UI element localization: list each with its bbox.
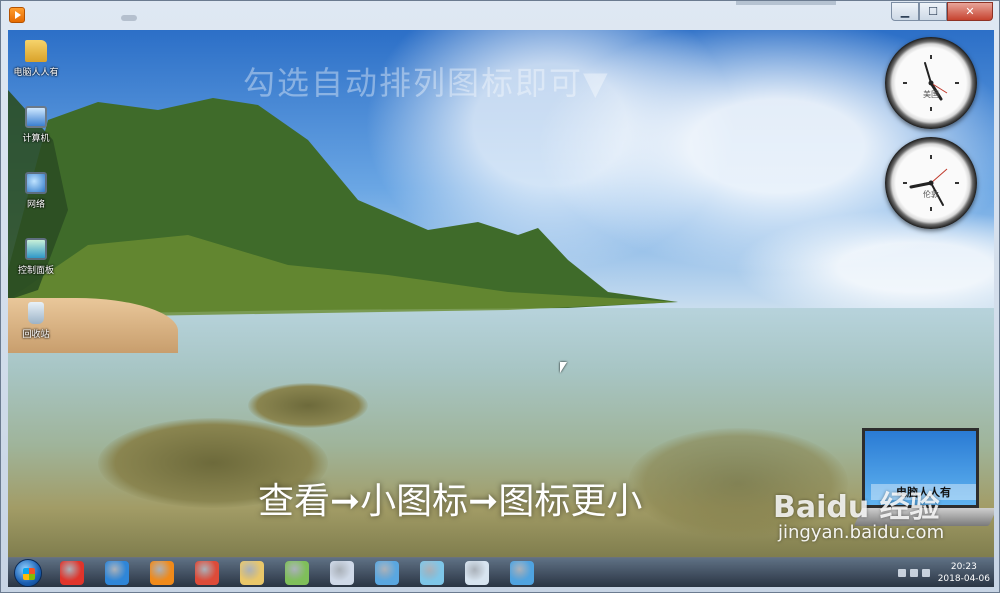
taskbar: 20:23 2018-04-06	[8, 557, 994, 587]
browser-icon[interactable]	[510, 561, 534, 585]
settings-icon[interactable]	[465, 561, 489, 585]
desktop-icon-label: 计算机	[22, 134, 50, 144]
baidu-watermark: Baidu 经验	[773, 490, 940, 525]
paint-icon[interactable]	[420, 561, 444, 585]
document-icon[interactable]	[330, 561, 354, 585]
ie-icon[interactable]	[105, 561, 129, 585]
clock-face-icon	[903, 55, 959, 111]
clock-face-icon	[903, 155, 959, 211]
desktop-icon-recycle-bin[interactable]: 回收站	[8, 302, 64, 340]
clock-city-label: 美国	[923, 90, 939, 99]
chrome-icon[interactable]	[195, 561, 219, 585]
application-window: ▁ ☐ ✕ 电脑人人有 计算机 网络 控制面板 回收站 勾选自动排列图标即可▼ …	[0, 0, 1000, 593]
maximize-button[interactable]: ☐	[919, 2, 947, 21]
title-bar-artifact	[736, 1, 836, 5]
folder-icon[interactable]	[285, 561, 309, 585]
instruction-caption-top: 勾选自动排列图标即可▼	[243, 64, 610, 102]
app-icon[interactable]	[9, 7, 25, 23]
mouse-cursor-icon	[560, 362, 567, 373]
game-icon[interactable]	[60, 561, 84, 585]
close-button[interactable]: ✕	[947, 2, 993, 21]
desktop-icon-label: 电脑人人有	[13, 68, 59, 78]
tray-icons	[897, 569, 930, 577]
desktop-icon-network[interactable]: 网络	[8, 172, 64, 210]
network-status-icon[interactable]	[921, 569, 930, 577]
desktop-icon-computer[interactable]: 计算机	[8, 106, 64, 144]
start-button[interactable]	[14, 559, 42, 587]
media-player-icon[interactable]	[150, 561, 174, 585]
folder-icon	[25, 40, 47, 62]
wallpaper-rock	[248, 383, 368, 428]
window-controls: ▁ ☐ ✕	[891, 2, 993, 21]
volume-icon[interactable]	[909, 569, 918, 577]
desktop-icon-control-panel[interactable]: 控制面板	[8, 238, 64, 276]
network-icon	[25, 172, 47, 194]
title-bar[interactable]: ▁ ☐ ✕	[1, 1, 999, 29]
control-panel-icon	[25, 238, 47, 260]
taskbar-clock[interactable]: 20:23 2018-04-06	[938, 561, 990, 585]
desktop-icon-folder[interactable]: 电脑人人有	[8, 40, 64, 78]
clock-gadget-1[interactable]: 美国	[885, 37, 977, 129]
clock-gadget-2[interactable]: 伦敦	[885, 137, 977, 229]
tray-arrow-icon[interactable]	[897, 569, 906, 577]
title-text-blurred	[121, 15, 137, 21]
minimize-button[interactable]: ▁	[891, 2, 919, 21]
computer-icon	[25, 106, 47, 128]
desktop-icon-label: 控制面板	[17, 266, 54, 276]
taskbar-time: 20:23	[950, 562, 977, 572]
remote-desktop-icon[interactable]	[375, 561, 399, 585]
clock-city-label: 伦敦	[923, 190, 939, 199]
desktop[interactable]: 电脑人人有 计算机 网络 控制面板 回收站 勾选自动排列图标即可▼ 查看➞小图标…	[8, 30, 994, 557]
desktop-icon-label: 网络	[26, 200, 45, 210]
system-tray: 20:23 2018-04-06	[897, 558, 990, 588]
taskbar-date: 2018-04-06	[937, 574, 990, 584]
instruction-caption-bottom: 查看➞小图标➞图标更小	[258, 481, 643, 522]
explorer-icon[interactable]	[240, 561, 264, 585]
recycle-bin-icon	[28, 302, 44, 324]
baidu-watermark-url: jingyan.baidu.com	[778, 522, 945, 543]
desktop-icon-label: 回收站	[22, 330, 50, 340]
